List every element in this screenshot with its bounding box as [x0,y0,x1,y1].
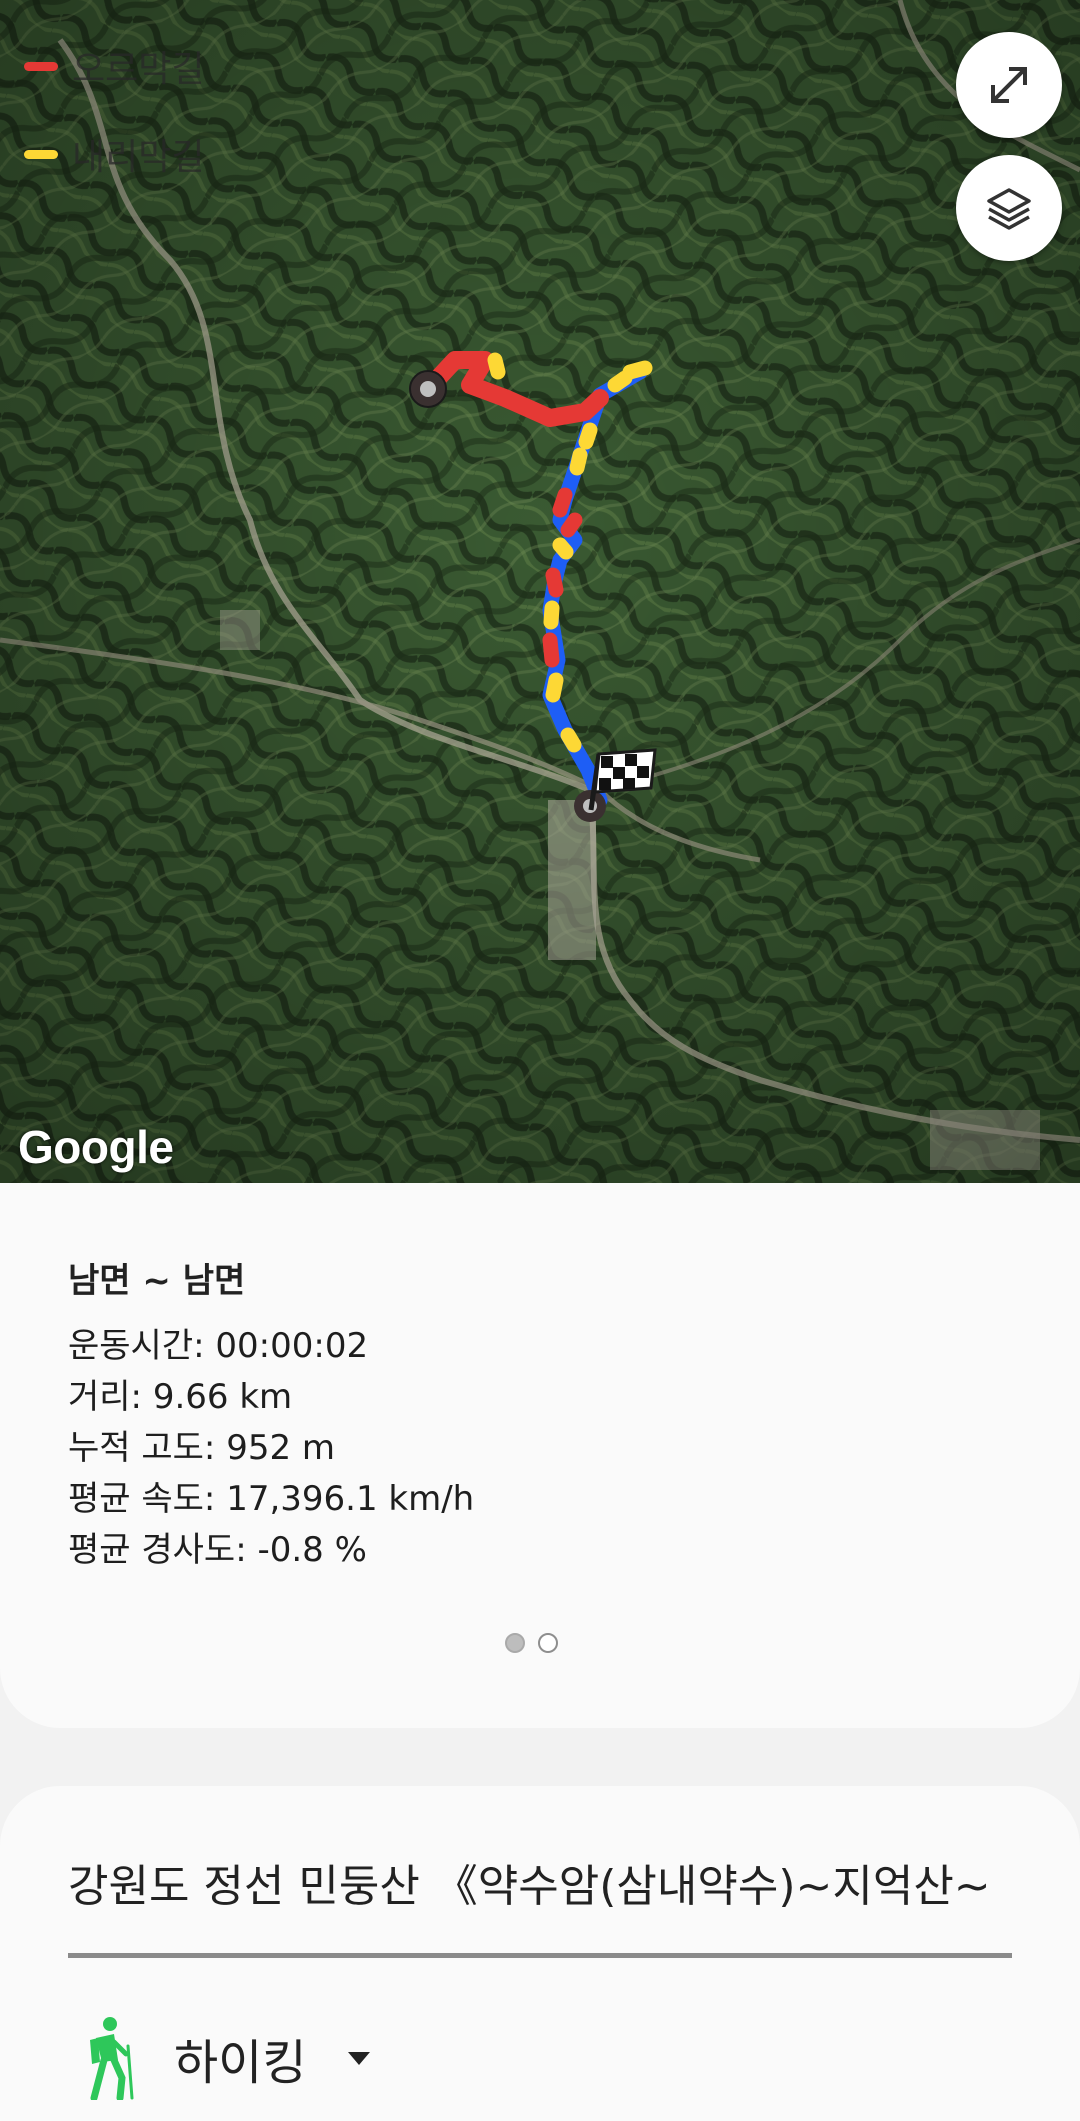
page-indicator[interactable] [505,1633,571,1653]
start-marker[interactable] [409,370,447,408]
exercise-time: 운동시간: 00:00:02 [68,1326,369,1366]
average-slope: 평균 경사도: -0.8 % [68,1530,367,1570]
legend-uphill: 오르막길 [24,40,204,92]
map-view[interactable]: 오르막길 내리막길 Google [0,0,1080,1183]
title-underline [68,1953,1012,1958]
caret-down-icon [348,2052,371,2065]
legend-downhill: 내리막길 [24,128,204,180]
fullscreen-button[interactable] [956,32,1062,138]
hiking-person-icon [90,2017,134,2100]
activity-type-selector[interactable]: 하이킹 [80,2016,372,2100]
distance: 거리: 9.66 km [68,1377,293,1417]
legend-uphill-label: 오르막길 [72,49,205,90]
page-dot-1[interactable] [505,1633,525,1653]
expand-arrows-icon [991,67,1027,103]
route-name: 남면 ~ 남면 [68,1261,246,1301]
uphill-swatch [24,61,58,71]
activity-details-card: 하이킹 [0,1786,1080,2121]
cumulative-elevation: 누적 고도: 952 m [68,1428,336,1468]
activity-type-label: 하이킹 [174,2035,307,2091]
legend-downhill-label: 내리막길 [72,137,205,178]
activity-title-field[interactable] [68,1851,1012,1913]
stats-list: 운동시간: 00:00:02 거리: 9.66 km 누적 고도: 952 m … [68,1321,474,1576]
downhill-swatch [24,149,58,159]
page-dot-2[interactable] [538,1633,558,1653]
route-summary-card[interactable]: 남면 ~ 남면 운동시간: 00:00:02 거리: 9.66 km 누적 고도… [0,1183,1080,1728]
layers-icon [987,188,1031,230]
google-attribution: Google [18,1121,174,1173]
map-layers-button[interactable] [956,155,1062,261]
average-speed: 평균 속도: 17,396.1 km/h [68,1479,475,1519]
